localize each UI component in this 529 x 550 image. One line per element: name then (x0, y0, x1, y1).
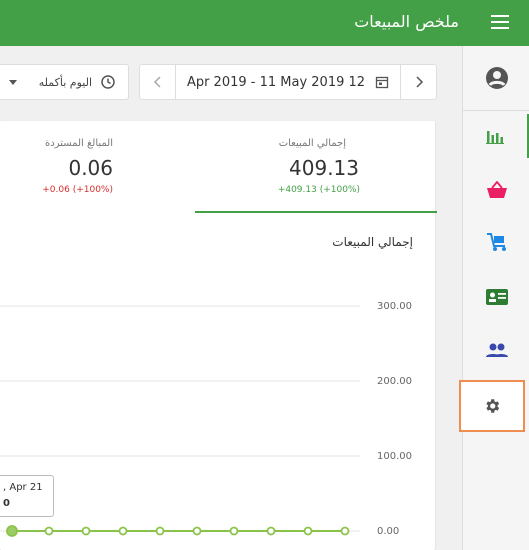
sidebar-item-orders[interactable] (463, 170, 529, 210)
sidebar-item-customers[interactable] (463, 277, 529, 317)
people-icon (485, 343, 508, 357)
clock-icon (101, 75, 115, 89)
date-range-text: Apr 2019 - 11 May 2019 12 (186, 74, 366, 90)
date-range-picker: Apr 2019 - 11 May 2019 12 (139, 64, 437, 100)
y-tick-label: 0.00 (377, 526, 400, 537)
chevron-down-icon (9, 80, 17, 85)
data-point[interactable] (340, 526, 350, 536)
hamburger-icon[interactable] (491, 15, 509, 29)
data-point[interactable] (192, 526, 202, 536)
tooltip-value: 0 (3, 498, 10, 509)
sidebar (459, 46, 529, 550)
toolbar: اليوم بأكمله Apr 2019 - 11 May 2019 12 (0, 64, 460, 106)
y-tick-label: 100.00 (377, 451, 412, 462)
data-point[interactable] (81, 526, 91, 536)
calendar-icon (375, 76, 389, 89)
top-app-bar: ملخص المبيعات (0, 0, 529, 46)
prev-period-button[interactable] (140, 65, 176, 99)
bar-chart-icon (486, 131, 504, 144)
sales-summary-card: إجمالي المبيعات 409.13 +409.13 (+100%) ا… (0, 121, 437, 550)
sidebar-item-account[interactable] (463, 58, 529, 98)
sidebar-item-staff[interactable] (463, 330, 529, 370)
chevron-right-icon (415, 76, 423, 88)
sidebar-item-sales[interactable] (463, 114, 529, 158)
data-point[interactable] (118, 526, 128, 536)
gear-icon (486, 399, 500, 413)
line-chart (0, 305, 360, 537)
data-point[interactable] (229, 526, 239, 536)
period-label: اليوم بأكمله (38, 75, 92, 89)
tooltip-date: 21 Apr , (3, 482, 43, 493)
id-card-icon (485, 289, 508, 305)
date-range-display[interactable]: Apr 2019 - 11 May 2019 12 (176, 75, 400, 90)
chevron-left-icon (153, 76, 161, 88)
y-tick-label: 200.00 (377, 376, 412, 387)
basket-icon (486, 181, 507, 198)
sidebar-item-settings[interactable] (459, 380, 525, 432)
data-point[interactable] (266, 526, 276, 536)
next-period-button[interactable] (400, 65, 436, 99)
data-point[interactable] (6, 525, 18, 537)
data-point[interactable] (303, 526, 313, 536)
y-tick-label: 300.00 (377, 301, 412, 312)
account-circle-icon (485, 67, 508, 89)
page-title: ملخص المبيعات (354, 12, 459, 31)
chart-tooltip: 21 Apr , 0 (0, 475, 54, 517)
data-point[interactable] (155, 526, 165, 536)
sidebar-item-products[interactable] (463, 222, 529, 262)
data-point[interactable] (44, 526, 54, 536)
cart-icon (486, 233, 506, 251)
period-dropdown[interactable]: اليوم بأكمله (0, 64, 129, 100)
